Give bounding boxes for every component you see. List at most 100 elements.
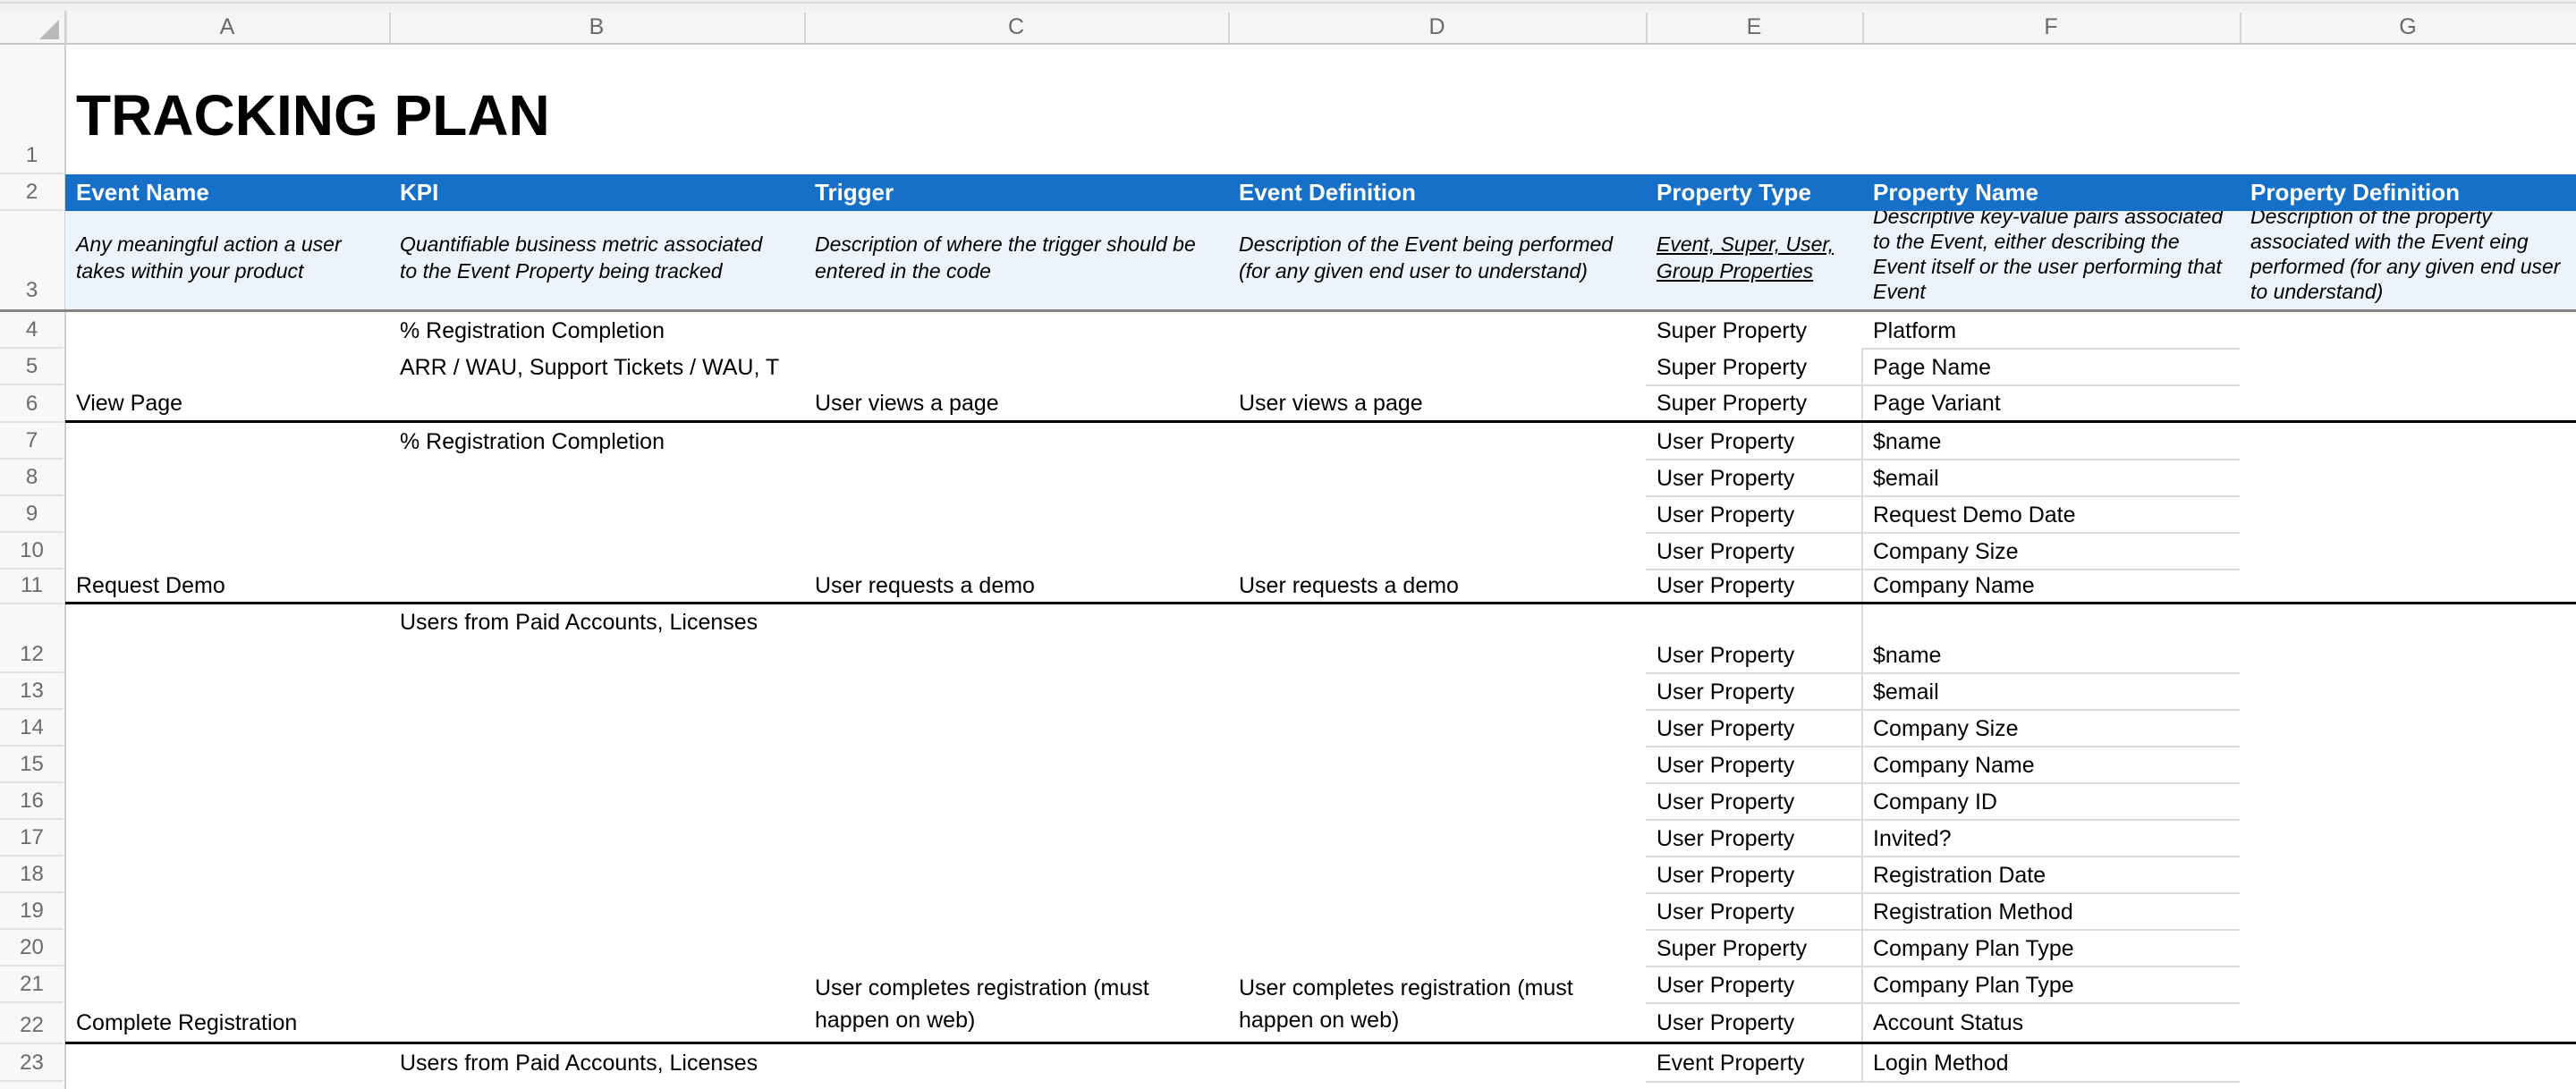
cell-B23[interactable]: Users from Paid Accounts, Licenses	[400, 1047, 804, 1079]
cell-F22[interactable]: Account Status	[1873, 1007, 2240, 1039]
cell-A6[interactable]: View Page	[76, 387, 389, 419]
cell-F17[interactable]: Invited?	[1873, 823, 2240, 855]
cell-C22[interactable]: User completes registration (must happen…	[815, 972, 1228, 1036]
row-header-2[interactable]: 2	[0, 174, 64, 211]
cell-C6[interactable]: User views a page	[815, 387, 1228, 419]
cell-E9[interactable]: User Property	[1657, 499, 1862, 531]
column-header-A[interactable]: A	[65, 11, 389, 43]
cell-E4[interactable]: Super Property	[1657, 315, 1862, 347]
row-header-8[interactable]: 8	[0, 460, 64, 496]
cell-E15[interactable]: User Property	[1657, 749, 1862, 781]
row-header-15[interactable]: 15	[0, 747, 64, 783]
cell-B7[interactable]: % Registration Completion	[400, 426, 804, 458]
cell-G3[interactable]: Description of the propertyassociated wi…	[2240, 211, 2576, 309]
cell-B5[interactable]: ARR / WAU, Support Tickets / WAU, T	[400, 351, 804, 384]
cell-E16[interactable]: User Property	[1657, 786, 1862, 818]
header-cell-A2[interactable]: Event Name	[76, 174, 389, 211]
row-header-5[interactable]: 5	[0, 349, 64, 385]
cell-F10[interactable]: Company Size	[1873, 536, 2240, 568]
grid-line	[1646, 929, 2240, 931]
row-header-21[interactable]: 21	[0, 967, 64, 1003]
cell-F13[interactable]: $email	[1873, 676, 2240, 708]
grid-line	[1646, 746, 2240, 747]
row-header-1[interactable]: 1	[0, 43, 64, 174]
row-header-19[interactable]: 19	[0, 893, 64, 930]
column-header-B[interactable]: B	[389, 11, 804, 43]
cell-E5[interactable]: Super Property	[1657, 351, 1862, 384]
cell-C11[interactable]: User requests a demo	[815, 570, 1228, 602]
cell-E19[interactable]: User Property	[1657, 896, 1862, 928]
cell-F21[interactable]: Company Plan Type	[1873, 969, 2240, 1001]
cell-E11[interactable]: User Property	[1657, 570, 1862, 602]
cell-F15[interactable]: Company Name	[1873, 749, 2240, 781]
select-all-corner-icon[interactable]	[39, 20, 59, 39]
cell-E6[interactable]: Super Property	[1657, 387, 1862, 419]
group-border	[65, 602, 2576, 604]
cell-E7[interactable]: User Property	[1657, 426, 1862, 458]
column-separator	[1646, 13, 1648, 43]
column-header-G[interactable]: G	[2240, 11, 2576, 43]
header-cell-G2[interactable]: Property Definition	[2250, 174, 2576, 211]
row-header-23[interactable]: 23	[0, 1044, 64, 1082]
row-header-16[interactable]: 16	[0, 783, 64, 820]
cell-D6[interactable]: User views a page	[1239, 387, 1646, 419]
cell-E10[interactable]: User Property	[1657, 536, 1862, 568]
row-header-14[interactable]: 14	[0, 710, 64, 747]
cell-F20[interactable]: Company Plan Type	[1873, 933, 2240, 965]
cell-E20[interactable]: Super Property	[1657, 933, 1862, 965]
cell-F12[interactable]: $name	[1873, 639, 2240, 671]
header-cell-C2[interactable]: Trigger	[815, 174, 1228, 211]
cell-F5[interactable]: Page Name	[1873, 351, 2240, 384]
column-header-F[interactable]: F	[1862, 11, 2240, 43]
row-header-7[interactable]: 7	[0, 423, 64, 460]
header-cell-F2[interactable]: Property Name	[1873, 174, 2240, 211]
cell-F8[interactable]: $email	[1873, 462, 2240, 494]
cell-E21[interactable]: User Property	[1657, 969, 1862, 1001]
page-title[interactable]: TRACKING PLAN	[76, 82, 550, 148]
cell-E13[interactable]: User Property	[1657, 676, 1862, 708]
cell-A22[interactable]: Complete Registration	[76, 1007, 389, 1039]
cell-F23[interactable]: Login Method	[1873, 1047, 2240, 1079]
cell-F4[interactable]: Platform	[1873, 315, 2240, 347]
header-cell-D2[interactable]: Event Definition	[1239, 174, 1646, 211]
cell-E23[interactable]: Event Property	[1657, 1047, 1862, 1079]
cell-F6[interactable]: Page Variant	[1873, 387, 2240, 419]
row-header-22[interactable]: 22	[0, 1003, 64, 1044]
cell-E14[interactable]: User Property	[1657, 713, 1862, 745]
cell-F14[interactable]: Company Size	[1873, 713, 2240, 745]
header-cell-E2[interactable]: Property Type	[1657, 174, 1862, 211]
cell-E8[interactable]: User Property	[1657, 462, 1862, 494]
row-header-4[interactable]: 4	[0, 312, 64, 349]
cell-F9[interactable]: Request Demo Date	[1873, 499, 2240, 531]
cell-F18[interactable]: Registration Date	[1873, 859, 2240, 891]
cell-E22[interactable]: User Property	[1657, 1007, 1862, 1039]
cell-B12[interactable]: Users from Paid Accounts, Licenses	[400, 606, 804, 638]
cell-E12[interactable]: User Property	[1657, 639, 1862, 671]
row-header-3[interactable]: 3	[0, 211, 64, 309]
row-header-10[interactable]: 10	[0, 533, 64, 570]
cell-E17[interactable]: User Property	[1657, 823, 1862, 855]
cell-A11[interactable]: Request Demo	[76, 570, 389, 602]
cell-F11[interactable]: Company Name	[1873, 570, 2240, 602]
row-header-20[interactable]: 20	[0, 930, 64, 967]
row-header-9[interactable]: 9	[0, 496, 64, 533]
cell-F7[interactable]: $name	[1873, 426, 2240, 458]
column-header-C[interactable]: C	[804, 11, 1228, 43]
row-header-6[interactable]: 6	[0, 385, 64, 423]
cell-F16[interactable]: Company ID	[1873, 786, 2240, 818]
column-header-E[interactable]: E	[1646, 11, 1862, 43]
row-header-17[interactable]: 17	[0, 820, 64, 857]
row-header-18[interactable]: 18	[0, 857, 64, 893]
grid-line	[1646, 459, 2240, 460]
column-separator	[389, 13, 391, 43]
header-cell-B2[interactable]: KPI	[400, 174, 804, 211]
cell-B4[interactable]: % Registration Completion	[400, 315, 804, 347]
cell-D11[interactable]: User requests a demo	[1239, 570, 1646, 602]
row-header-13[interactable]: 13	[0, 673, 64, 710]
cell-E18[interactable]: User Property	[1657, 859, 1862, 891]
column-header-D[interactable]: D	[1228, 11, 1646, 43]
row-header-12[interactable]: 12	[0, 604, 64, 673]
cell-F19[interactable]: Registration Method	[1873, 896, 2240, 928]
cell-D22[interactable]: User completes registration (must happen…	[1239, 972, 1646, 1036]
row-header-11[interactable]: 11	[0, 570, 64, 604]
